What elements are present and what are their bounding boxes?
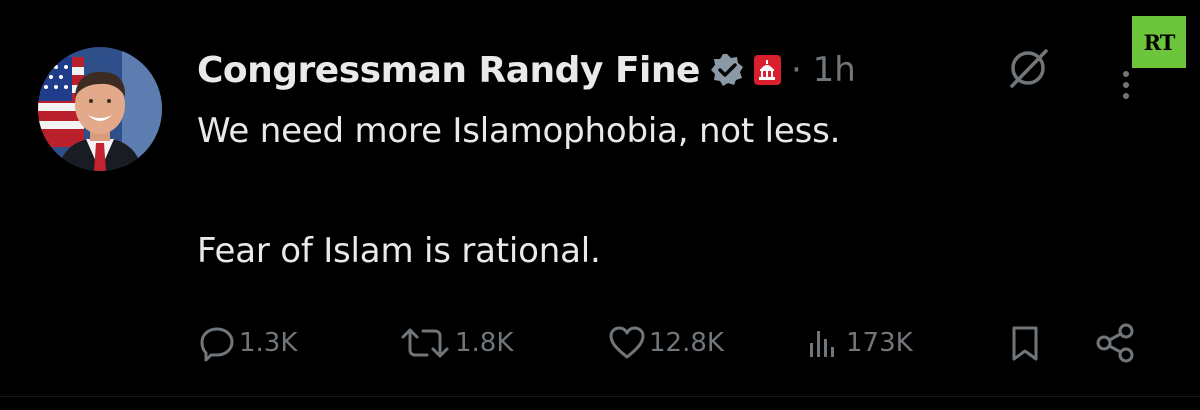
verified-badge-icon[interactable] [710, 53, 744, 87]
repost-button[interactable]: 1.8K [397, 318, 513, 368]
like-button[interactable]: 12.8K [607, 318, 724, 368]
like-count: 12.8K [649, 328, 724, 358]
rt-watermark-text: RT [1143, 29, 1176, 55]
repost-count: 1.8K [455, 328, 514, 358]
more-icon[interactable] [1120, 70, 1132, 100]
share-button[interactable] [1093, 318, 1137, 368]
views-count: 173K [846, 328, 913, 358]
capitol-glyph [759, 60, 776, 80]
tweet-header: Congressman Randy Fine · 1h [197, 46, 856, 94]
tweet-card: RT Congressman Randy Fine · 1h We need m… [0, 0, 1200, 410]
avatar-photo [38, 47, 162, 171]
bookmark-icon [1012, 326, 1038, 361]
post-time[interactable]: · 1h [791, 50, 856, 90]
views-button[interactable]: 173K [804, 318, 913, 368]
time-value: 1h [812, 50, 856, 90]
time-separator: · [790, 50, 802, 90]
repost-icon [401, 328, 449, 358]
rt-watermark-logo: RT [1132, 16, 1186, 68]
tweet-body: We need more Islamophobia, not less. Fea… [197, 108, 1097, 274]
tweet-line-1: We need more Islamophobia, not less. [197, 111, 841, 151]
share-icon [1096, 323, 1134, 363]
bookmark-button[interactable] [1005, 318, 1045, 368]
author-display-name[interactable]: Congressman Randy Fine [197, 50, 700, 91]
views-icon [810, 331, 834, 357]
divider [0, 396, 1200, 397]
reply-button[interactable]: 1.3K [197, 318, 297, 368]
reply-icon [200, 327, 234, 362]
tweet-line-2: Fear of Islam is rational. [197, 231, 601, 271]
avatar[interactable] [38, 47, 162, 171]
reply-count: 1.3K [239, 328, 298, 358]
capitol-icon[interactable] [753, 55, 781, 85]
tweet-actions: 1.3K 1.8K 12.8K 173K [197, 318, 1147, 368]
grok-icon[interactable] [1006, 46, 1050, 90]
heart-icon [609, 326, 645, 359]
